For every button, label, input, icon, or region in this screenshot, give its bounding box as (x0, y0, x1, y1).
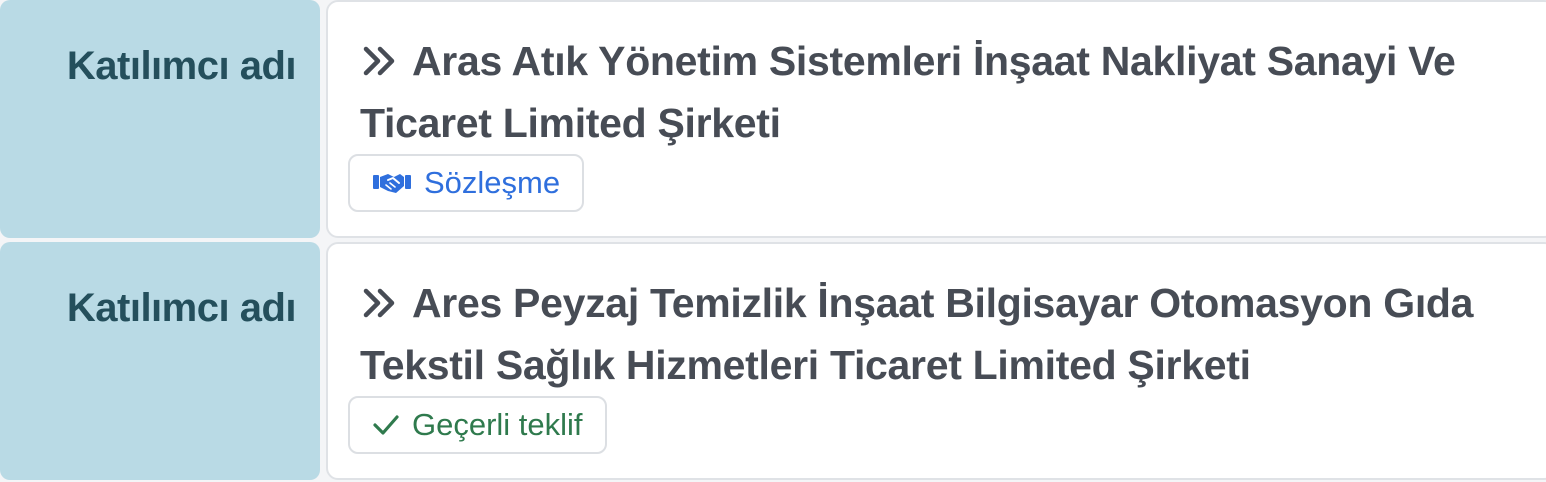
double-chevron-right-icon (363, 288, 395, 318)
checkmark-icon (372, 413, 400, 437)
contract-badge[interactable]: Sözleşme (348, 154, 585, 212)
participant-label-cell: Katılımcı adı (0, 0, 320, 238)
participant-label-cell: Katılımcı adı (0, 242, 320, 480)
contract-badge-label: Sözleşme (424, 165, 561, 200)
double-chevron-right-icon (363, 46, 395, 76)
participant-list: Katılımcı adı Aras Atık Yönetim Sistemle… (0, 0, 1546, 482)
handshake-icon (372, 170, 412, 196)
participant-name: Ares Peyzaj Temizlik İnşaat Bilgisayar O… (360, 280, 1474, 388)
participant-content-cell: Ares Peyzaj Temizlik İnşaat Bilgisayar O… (326, 242, 1546, 480)
participant-label: Katılımcı adı (66, 286, 297, 330)
participant-title[interactable]: Ares Peyzaj Temizlik İnşaat Bilgisayar O… (360, 272, 1520, 396)
valid-offer-badge-label: Geçerli teklif (412, 407, 583, 442)
valid-offer-badge[interactable]: Geçerli teklif (348, 396, 607, 454)
participant-title[interactable]: Aras Atık Yönetim Sistemleri İnşaat Nakl… (360, 30, 1520, 154)
participant-row: Katılımcı adı Aras Atık Yönetim Sistemle… (0, 0, 1546, 238)
participant-name: Aras Atık Yönetim Sistemleri İnşaat Nakl… (360, 38, 1456, 146)
participant-label: Katılımcı adı (66, 44, 297, 88)
participant-content-cell: Aras Atık Yönetim Sistemleri İnşaat Nakl… (326, 0, 1546, 238)
participant-row: Katılımcı adı Ares Peyzaj Temizlik İnşaa… (0, 242, 1546, 480)
